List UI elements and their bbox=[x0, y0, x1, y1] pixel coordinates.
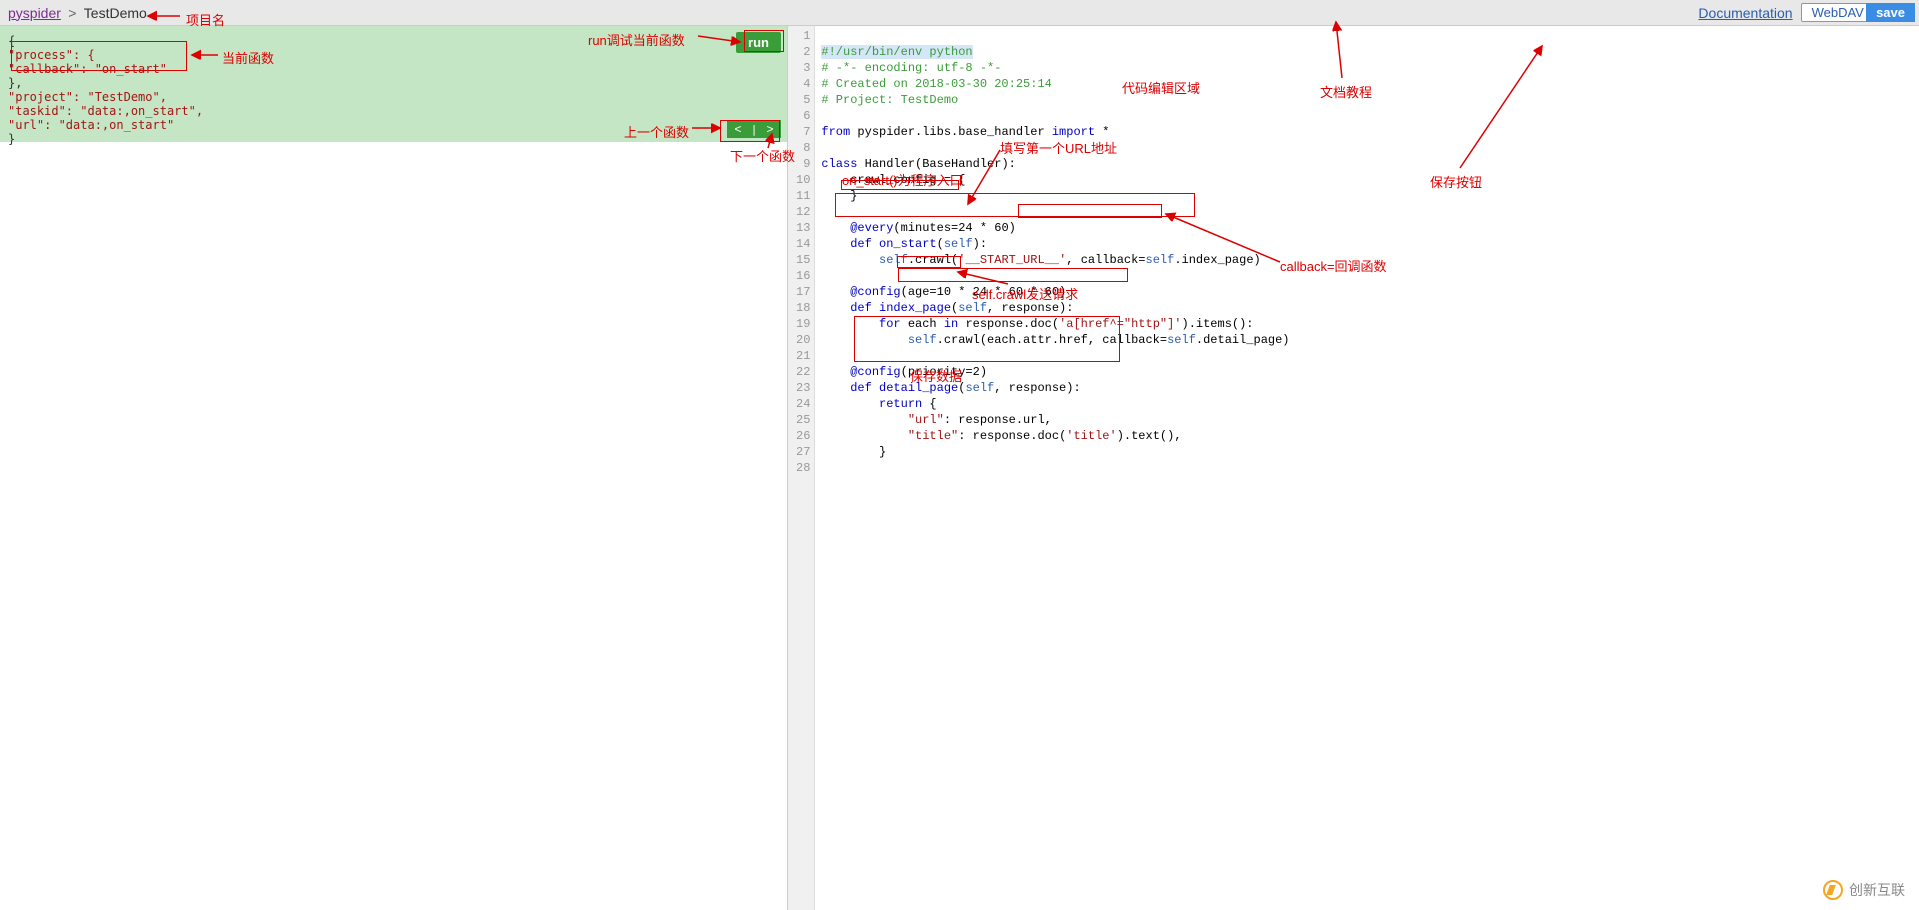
indent bbox=[821, 413, 907, 427]
kw: def bbox=[821, 237, 879, 251]
decorator: @config bbox=[821, 365, 900, 379]
topbar: pyspider > TestDemo Documentation WebDAV… bbox=[0, 0, 1919, 26]
kw: return bbox=[879, 397, 922, 411]
code-text: ).text(), bbox=[1117, 429, 1182, 443]
kw: def bbox=[821, 381, 879, 395]
prev-button[interactable]: < bbox=[727, 120, 749, 138]
save-button[interactable]: save bbox=[1866, 3, 1915, 22]
code-text: * bbox=[1095, 125, 1109, 139]
code-text: .crawl(each.attr.href, callback= bbox=[937, 333, 1167, 347]
code-text: .index_page) bbox=[1174, 253, 1260, 267]
code-text: (priority=2) bbox=[901, 365, 987, 379]
kw: import bbox=[1052, 125, 1095, 139]
code-text: ( bbox=[937, 237, 944, 251]
self: self bbox=[908, 333, 937, 347]
fn: on_start bbox=[879, 237, 937, 251]
code-text: callback= bbox=[1081, 253, 1146, 267]
code-text: .detail_page) bbox=[1196, 333, 1290, 347]
fn: index_page bbox=[879, 301, 951, 315]
task-json-line: "url": "data:,on_start" bbox=[8, 118, 174, 132]
kw: def bbox=[821, 301, 879, 315]
right-panel: save 12345678910111213141516171819202122… bbox=[788, 26, 1919, 910]
kw: for bbox=[879, 317, 901, 331]
code-text: , response): bbox=[994, 381, 1080, 395]
logo-icon bbox=[1823, 880, 1843, 900]
code-line: # Created on 2018-03-30 20:25:14 bbox=[821, 77, 1051, 91]
indent bbox=[821, 397, 879, 411]
task-json-line: { bbox=[8, 34, 15, 48]
str: '__START_URL__' bbox=[958, 253, 1066, 267]
task-json-line: "taskid": "data:,on_start", bbox=[8, 104, 203, 118]
code-line: } bbox=[821, 445, 886, 459]
breadcrumb-sep: > bbox=[68, 5, 76, 21]
indent bbox=[821, 429, 907, 443]
code-text: , bbox=[1066, 253, 1080, 267]
nav-buttons: < | > bbox=[727, 120, 781, 138]
code-line: #!/usr/bin/env python bbox=[821, 45, 972, 59]
nav-divider: | bbox=[749, 120, 759, 138]
code-text: ): bbox=[973, 237, 987, 251]
breadcrumb: pyspider > TestDemo bbox=[8, 5, 147, 21]
code-area[interactable]: #!/usr/bin/env python # -*- encoding: ut… bbox=[815, 26, 1919, 910]
decorator: @every bbox=[821, 221, 893, 235]
next-button[interactable]: > bbox=[759, 120, 781, 138]
task-json-line: } bbox=[8, 132, 15, 146]
code-text: (minutes=24 * 60) bbox=[893, 221, 1015, 235]
watermark-logo: 创新互联 bbox=[1823, 880, 1905, 900]
breadcrumb-root[interactable]: pyspider bbox=[8, 5, 61, 21]
code-text: (age=10 * 24 * 60 * 60) bbox=[901, 285, 1067, 299]
code-text: ).items(): bbox=[1182, 317, 1254, 331]
code-text: .crawl( bbox=[908, 253, 958, 267]
code-line: # -*- encoding: utf-8 -*- bbox=[821, 61, 1001, 75]
self: self bbox=[1146, 253, 1175, 267]
task-json-line: "process": { bbox=[8, 48, 95, 62]
self: self bbox=[1167, 333, 1196, 347]
self: self bbox=[879, 253, 908, 267]
code-editor[interactable]: 1234567891011121314151617181920212223242… bbox=[788, 26, 1919, 910]
code-text: : response.url, bbox=[944, 413, 1052, 427]
self: self bbox=[965, 381, 994, 395]
code-text: response.doc( bbox=[958, 317, 1059, 331]
left-panel: { "process": { "callback": "on_start" },… bbox=[0, 26, 788, 910]
task-json-line: "project": "TestDemo", bbox=[8, 90, 167, 104]
decorator: @config bbox=[821, 285, 900, 299]
code-text: { bbox=[922, 397, 936, 411]
breadcrumb-project: TestDemo bbox=[84, 5, 147, 21]
code-line: # Project: TestDemo bbox=[821, 93, 958, 107]
task-json-line: }, bbox=[8, 76, 22, 90]
str: "url" bbox=[908, 413, 944, 427]
kw: from bbox=[821, 125, 850, 139]
indent bbox=[821, 317, 879, 331]
str: 'a[href^="http"]' bbox=[1059, 317, 1181, 331]
kw: in bbox=[944, 317, 958, 331]
str: "title" bbox=[908, 429, 958, 443]
code-text: each bbox=[901, 317, 944, 331]
code-text: , response): bbox=[987, 301, 1073, 315]
fn: detail_page bbox=[879, 381, 958, 395]
indent bbox=[821, 333, 907, 347]
self: self bbox=[958, 301, 987, 315]
code-text: pyspider.libs.base_handler bbox=[850, 125, 1052, 139]
run-button[interactable]: run bbox=[736, 32, 781, 53]
code-line: } bbox=[821, 189, 857, 203]
code-text: (BaseHandler): bbox=[915, 157, 1016, 171]
documentation-link[interactable]: Documentation bbox=[1698, 5, 1792, 21]
task-json-line: "callback": "on_start" bbox=[8, 62, 167, 76]
task-panel: { "process": { "callback": "on_start" },… bbox=[0, 26, 787, 142]
indent bbox=[821, 253, 879, 267]
logo-text: 创新互联 bbox=[1849, 880, 1905, 900]
code-text: Handler bbox=[857, 157, 915, 171]
gutter: 1234567891011121314151617181920212223242… bbox=[788, 26, 815, 910]
code-text: : response.doc( bbox=[958, 429, 1066, 443]
kw: class bbox=[821, 157, 857, 171]
str: 'title' bbox=[1066, 429, 1116, 443]
code-line: crawl_config = { bbox=[821, 173, 965, 187]
self: self bbox=[944, 237, 973, 251]
